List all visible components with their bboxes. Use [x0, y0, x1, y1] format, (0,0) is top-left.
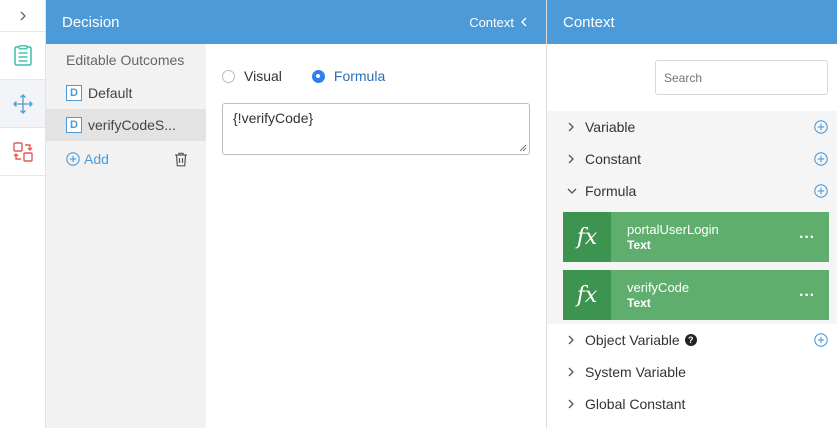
add-variable-icon[interactable]: [814, 120, 828, 134]
decision-panel: Decision Context Editable Outcomes D Def…: [46, 0, 546, 428]
chevron-right-icon: [20, 11, 26, 20]
context-header: Context: [547, 0, 837, 44]
category-system-variable[interactable]: System Variable: [547, 356, 837, 388]
trash-icon[interactable]: [174, 152, 188, 167]
context-toggle-label: Context: [469, 14, 514, 30]
expand-rail-button[interactable]: [0, 0, 45, 32]
formula-type: Text: [627, 296, 651, 310]
outcomes-list: Editable Outcomes D Default D verifyCode…: [46, 44, 206, 428]
formula-meta: portalUserLogin Text: [611, 221, 719, 253]
chevron-right-icon: [567, 367, 579, 377]
more-options-icon[interactable]: ···: [799, 287, 815, 305]
category-variable[interactable]: Variable: [547, 111, 837, 143]
chevron-right-icon: [567, 399, 579, 409]
context-toggle-button[interactable]: Context: [469, 15, 528, 30]
decision-header: Decision Context: [46, 0, 546, 44]
mode-radio-group: Visual Formula: [206, 44, 546, 84]
plus-circle-icon: [66, 152, 80, 166]
category-label: Formula: [585, 183, 637, 199]
more-options-icon[interactable]: ···: [799, 229, 815, 247]
visual-radio-label: Visual: [244, 68, 282, 84]
chevron-right-icon: [567, 154, 579, 164]
context-panel: Context Variable Constant Formula: [546, 0, 837, 428]
add-constant-icon[interactable]: [814, 152, 828, 166]
category-global-constant[interactable]: Global Constant: [547, 388, 837, 420]
move-icon: [12, 93, 33, 114]
chevron-down-icon: [567, 187, 579, 195]
outcome-actions: Add: [46, 141, 206, 167]
formula-card[interactable]: fx portalUserLogin Text ···: [563, 212, 829, 262]
formula-fx-icon: fx: [563, 270, 611, 320]
context-tree: Variable Constant Formula fx portalUserL: [547, 111, 837, 420]
formula-name: portalUserLogin: [627, 222, 719, 237]
resize-handle-icon[interactable]: [519, 144, 527, 152]
swap-icon: [12, 141, 33, 162]
decision-outcome-icon: D: [66, 117, 82, 133]
visual-radio[interactable]: Visual: [222, 68, 282, 84]
category-label: Variable: [585, 119, 636, 135]
formula-textarea[interactable]: {!verifyCode}: [222, 103, 530, 155]
category-label: Object Variable: [585, 332, 680, 348]
add-object-variable-icon[interactable]: [814, 333, 828, 347]
outcomes-title: Editable Outcomes: [66, 52, 185, 68]
chevron-right-icon: [567, 122, 579, 132]
outcome-label: Default: [88, 85, 133, 101]
decision-title: Decision: [62, 13, 120, 31]
add-outcome-label: Add: [84, 151, 109, 167]
move-tool-button[interactable]: [0, 80, 45, 128]
formula-list: fx portalUserLogin Text ··· fx verifyCod…: [547, 207, 837, 324]
chevron-right-icon: [567, 335, 579, 345]
add-outcome-button[interactable]: Add: [66, 151, 109, 167]
formula-radio[interactable]: Formula: [311, 68, 386, 84]
radio-checked-icon: [311, 69, 325, 83]
outcome-item-verifycode[interactable]: D verifyCodeS...: [46, 109, 206, 141]
list-icon: [13, 44, 32, 66]
help-icon[interactable]: ?: [684, 334, 697, 346]
formula-fx-icon: fx: [563, 212, 611, 262]
category-object-variable[interactable]: Object Variable ?: [547, 324, 837, 356]
left-rail: [0, 0, 46, 428]
formula-name: verifyCode: [627, 280, 690, 295]
add-formula-icon[interactable]: [814, 184, 828, 198]
formula-radio-label: Formula: [333, 68, 386, 84]
formula-meta: verifyCode Text: [611, 279, 689, 311]
list-tool-button[interactable]: [0, 32, 45, 80]
category-formula[interactable]: Formula: [547, 175, 837, 207]
chevron-left-icon: [521, 17, 527, 27]
category-label: Constant: [585, 151, 642, 167]
formula-type: Text: [627, 238, 651, 252]
formula-text: {!verifyCode}: [233, 110, 314, 126]
swap-tool-button[interactable]: [0, 128, 45, 176]
decision-outcome-icon: D: [66, 85, 82, 101]
category-constant[interactable]: Constant: [547, 143, 837, 175]
radio-unchecked-icon: [222, 69, 235, 83]
outcome-label: verifyCodeS...: [88, 117, 176, 133]
search-box[interactable]: [655, 60, 828, 95]
category-label: Global Constant: [585, 396, 686, 412]
formula-card[interactable]: fx verifyCode Text ···: [563, 270, 829, 320]
outcome-item-default[interactable]: D Default: [46, 77, 206, 109]
category-label: System Variable: [585, 364, 686, 380]
outcome-editor: Visual Formula {!verifyCode}: [206, 44, 546, 428]
search-input[interactable]: [664, 70, 819, 85]
